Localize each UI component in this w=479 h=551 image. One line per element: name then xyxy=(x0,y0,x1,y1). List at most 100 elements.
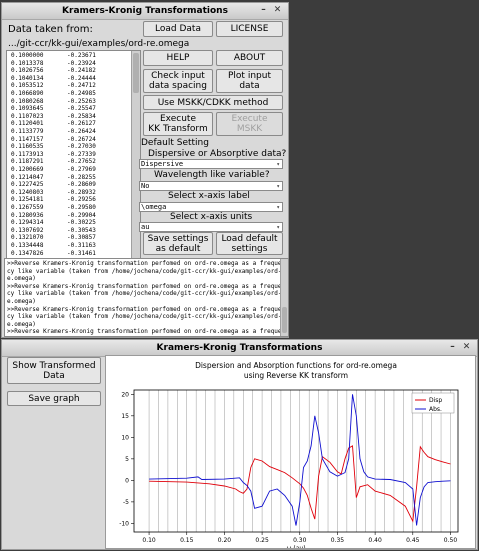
license-button[interactable]: LICENSE xyxy=(216,21,283,37)
list-item-y: -0.27652 xyxy=(67,158,96,166)
list-item[interactable]: 0.1347826 -0.31461 xyxy=(11,250,96,257)
log-scrollbar[interactable] xyxy=(280,259,288,336)
list-item[interactable]: 0.1133779 -0.26424 xyxy=(11,128,96,135)
list-item-y: -0.29256 xyxy=(67,196,96,204)
wavelength-select[interactable]: No ▾ xyxy=(139,181,283,191)
y-tick-label: 20 xyxy=(121,391,129,398)
list-item[interactable]: 0.1307692 -0.30543 xyxy=(11,227,96,234)
list-item[interactable]: 0.1173913 -0.27339 xyxy=(11,151,96,158)
list-item[interactable]: 0.1093645 -0.25547 xyxy=(11,105,96,112)
minimize-icon[interactable]: – xyxy=(258,5,269,16)
default-setting-label: Default Setting xyxy=(141,138,209,148)
file-path-label: .../git-ccr/kk-gui/examples/ord-re.omega xyxy=(8,39,190,49)
list-item[interactable]: 0.1267559 -0.29580 xyxy=(11,204,96,211)
list-item[interactable]: 0.1321070 -0.30857 xyxy=(11,234,96,241)
y-tick-label: -5 xyxy=(123,499,129,506)
list-item[interactable]: 0.1227425 -0.28609 xyxy=(11,181,96,188)
use-mskk-button[interactable]: Use MSKK/CDKK method xyxy=(143,95,283,110)
xaxis-units-select[interactable]: au ▾ xyxy=(139,222,283,232)
list-item-x: 0.1294314 xyxy=(11,219,44,227)
help-button[interactable]: HELP xyxy=(143,50,213,66)
list-item-x: 0.1160535 xyxy=(11,143,44,151)
y-tick-label: 0 xyxy=(125,477,129,484)
list-item[interactable]: 0.1334448 -0.31163 xyxy=(11,242,96,249)
list-item-x: 0.1214047 xyxy=(11,173,44,181)
dispersive-select[interactable]: Dispersive ▾ xyxy=(139,159,283,169)
list-item[interactable]: 0.1200669 -0.27969 xyxy=(11,166,96,173)
chevron-down-icon: ▾ xyxy=(276,204,280,211)
list-item-x: 0.1307692 xyxy=(11,226,44,234)
y-tick-label: 5 xyxy=(125,456,129,463)
list-item-x: 0.1053512 xyxy=(11,82,44,90)
list-item[interactable]: 0.1187291 -0.27652 xyxy=(11,158,96,165)
plot-canvas: Dispersion and Absorption functions for … xyxy=(105,355,476,549)
list-item-x: 0.1240803 xyxy=(11,188,44,196)
close-icon[interactable]: ✕ xyxy=(461,342,472,353)
log-line: >>Reverse Kramers-Kronig transformation … xyxy=(7,282,286,290)
x-tick-label: 0.10 xyxy=(142,537,156,544)
y-tick-label: 10 xyxy=(121,434,129,441)
main-window: Kramers-Kronig Transformations – ✕ Data … xyxy=(1,2,289,338)
list-item[interactable]: 0.1160535 -0.27030 xyxy=(11,143,96,150)
close-icon[interactable]: ✕ xyxy=(272,5,283,16)
list-item-y: -0.28932 xyxy=(67,188,96,196)
save-settings-button[interactable]: Save settings as default xyxy=(143,232,213,255)
list-item-y: -0.30857 xyxy=(67,234,96,242)
list-item-x: 0.1227425 xyxy=(11,181,44,189)
save-graph-button[interactable]: Save graph xyxy=(7,391,101,406)
data-list[interactable]: 0.1000000 -0.23671 0.1013378 -0.23924 0.1026… xyxy=(6,50,141,259)
list-item[interactable]: 0.1107023 -0.25834 xyxy=(11,113,96,120)
y-tick-label: -10 xyxy=(119,520,129,527)
list-item-y: -0.30225 xyxy=(67,219,96,227)
execute-mskk-button[interactable]: Execute MSKK xyxy=(216,112,283,136)
list-item[interactable]: 0.1280936 -0.29904 xyxy=(11,212,96,219)
scrollbar-thumb[interactable] xyxy=(133,53,139,93)
chevron-down-icon: ▾ xyxy=(276,183,280,190)
main-window-title: Kramers-Kronig Transformations xyxy=(62,6,228,16)
list-item-x: 0.1280936 xyxy=(11,211,44,219)
list-item-x: 0.1347826 xyxy=(11,249,44,257)
list-item-y: -0.28255 xyxy=(67,173,96,181)
list-item[interactable]: 0.1294314 -0.30225 xyxy=(11,219,96,226)
list-item-y: -0.26127 xyxy=(67,120,96,128)
list-item[interactable]: 0.1214047 -0.28255 xyxy=(11,174,96,181)
list-item[interactable]: 0.1240803 -0.28932 xyxy=(11,189,96,196)
log-area[interactable]: >>Reverse Kramers-Kronig transformation … xyxy=(4,258,289,337)
list-item[interactable]: 0.1066890 -0.24985 xyxy=(11,90,96,97)
list-item-y: -0.27339 xyxy=(67,150,96,158)
xaxis-label-prompt: Select x-axis label xyxy=(168,191,250,201)
list-item-x: 0.1254181 xyxy=(11,196,44,204)
minimize-icon[interactable]: – xyxy=(447,342,458,353)
plot-input-data-button[interactable]: Plot input data xyxy=(216,69,283,93)
list-item[interactable]: 0.1026756 -0.24182 xyxy=(11,67,96,74)
list-item[interactable]: 0.1147157 -0.26724 xyxy=(11,136,96,143)
load-data-button[interactable]: Load Data xyxy=(143,21,213,37)
list-item-x: 0.1147157 xyxy=(11,135,44,143)
list-item[interactable]: 0.1000000 -0.23671 xyxy=(11,52,96,59)
x-tick-label: 0.45 xyxy=(406,537,420,544)
list-item[interactable]: 0.1080268 -0.25263 xyxy=(11,98,96,105)
xaxis-label-select[interactable]: \omega ▾ xyxy=(139,202,283,212)
list-item[interactable]: 0.1254181 -0.29256 xyxy=(11,196,96,203)
plot-window-title: Kramers-Kronig Transformations xyxy=(156,343,323,353)
execute-kk-button[interactable]: Execute KK Transform xyxy=(143,112,213,136)
y-tick-label: 15 xyxy=(121,413,129,420)
load-default-settings-button[interactable]: Load default settings xyxy=(216,232,283,255)
list-item[interactable]: 0.1120401 -0.26127 xyxy=(11,120,96,127)
list-item-x: 0.1000000 xyxy=(11,52,44,59)
about-button[interactable]: ABOUT xyxy=(216,50,283,66)
list-item[interactable]: 0.1053512 -0.24712 xyxy=(11,82,96,89)
list-item-y: -0.27969 xyxy=(67,166,96,173)
list-item-y: -0.25263 xyxy=(67,97,96,105)
show-transformed-data-button[interactable]: Show Transformed Data xyxy=(7,357,101,384)
plot-window: Kramers-Kronig Transformations – ✕ Show … xyxy=(1,339,478,550)
kk-chart: Dispersion and Absorption functions for … xyxy=(119,361,459,548)
list-item[interactable]: 0.1013378 -0.23924 xyxy=(11,60,96,67)
list-item[interactable]: 0.1040134 -0.24444 xyxy=(11,75,96,82)
check-input-spacing-button[interactable]: Check input data spacing xyxy=(143,69,213,93)
plot-frame xyxy=(133,389,459,533)
log-scrollbar-thumb[interactable] xyxy=(282,307,287,333)
x-tick-label: 0.25 xyxy=(255,537,269,544)
list-item-y: -0.29904 xyxy=(67,211,96,219)
list-item-x: 0.1080268 xyxy=(11,97,44,105)
